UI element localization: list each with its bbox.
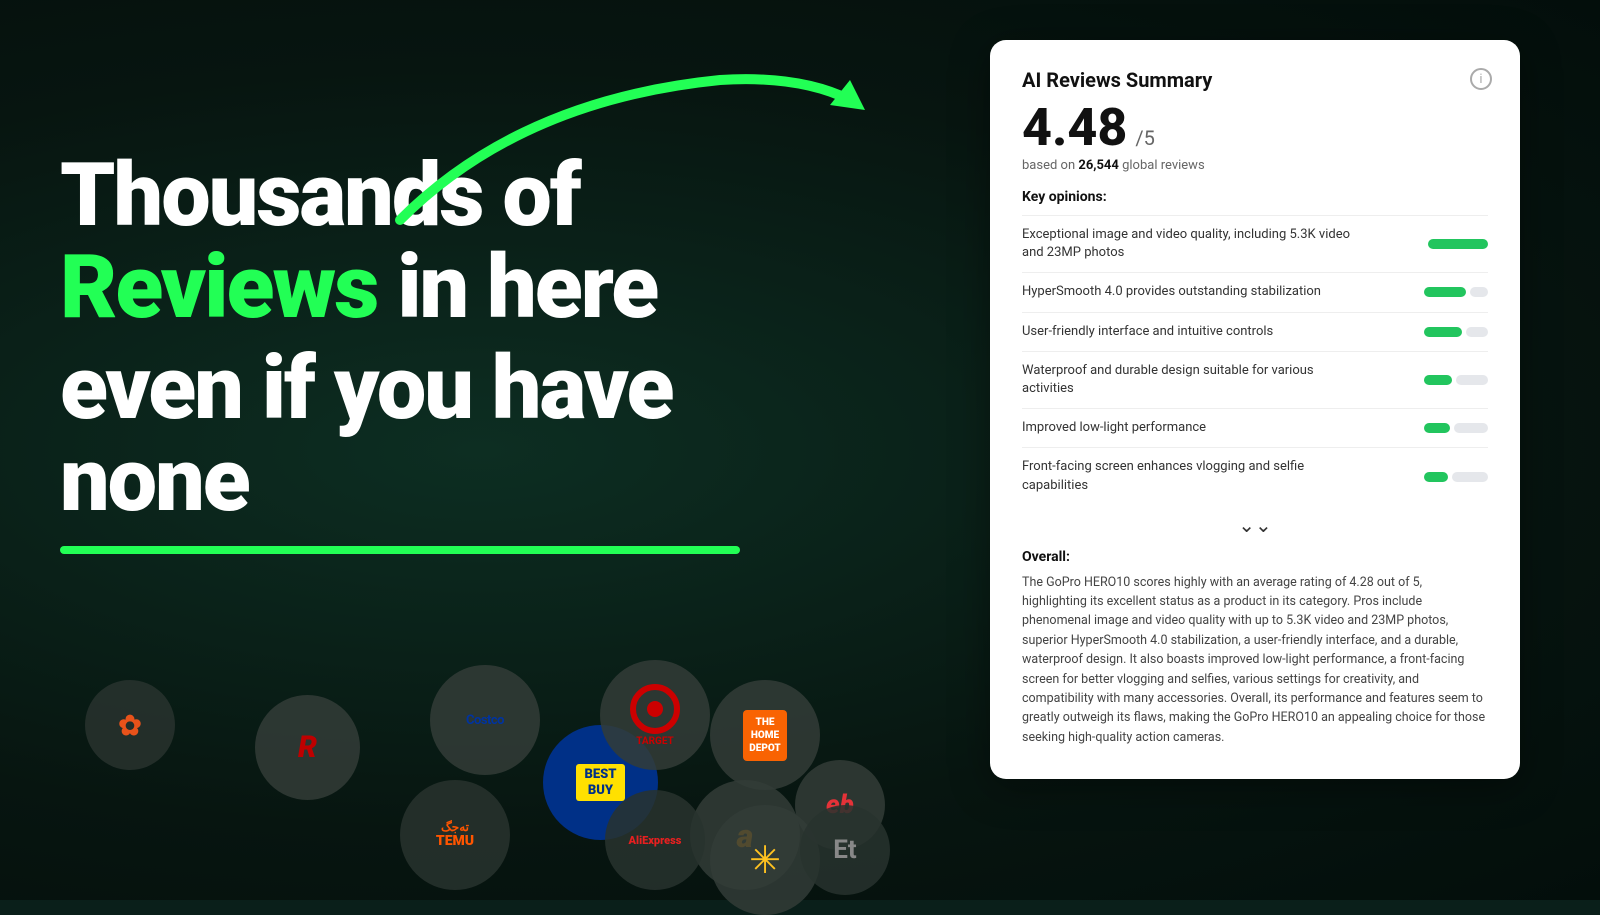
card-title: AI Reviews Summary — [1022, 68, 1488, 92]
logo-costco: Costco — [430, 665, 540, 775]
logo-target: TARGET — [600, 660, 710, 770]
info-icon[interactable]: i — [1470, 68, 1492, 90]
rating-value: 4.48 — [1022, 102, 1127, 154]
opinion-row: Front-facing screen enhances vlogging an… — [1022, 447, 1488, 504]
opinion-bar — [1368, 239, 1488, 249]
opinion-bar — [1368, 472, 1488, 482]
overall-text: The GoPro HERO10 scores highly with an a… — [1022, 573, 1488, 747]
logo-et: Et — [800, 805, 890, 895]
opinion-text: User-friendly interface and intuitive co… — [1022, 323, 1368, 341]
headline-line2: in here — [397, 236, 657, 339]
opinion-text: Exceptional image and video quality, inc… — [1022, 226, 1368, 262]
opinion-text: Waterproof and durable design suitable f… — [1022, 362, 1368, 398]
opinion-row: Waterproof and durable design suitable f… — [1022, 351, 1488, 408]
rating-suffix: /5 — [1135, 126, 1155, 150]
opinion-row: HyperSmooth 4.0 provides outstanding sta… — [1022, 272, 1488, 311]
arrow-decoration — [320, 20, 870, 240]
logo-rakuten: R — [255, 695, 360, 800]
opinion-bar — [1368, 375, 1488, 385]
opinion-bar — [1368, 327, 1488, 337]
logo-aliexpress-2: AliExpress — [605, 790, 705, 890]
opinion-bar — [1368, 287, 1488, 297]
opinion-row: Improved low-light performance — [1022, 408, 1488, 447]
headline-green: Reviews — [60, 236, 377, 339]
key-opinions-label: Key opinions: — [1022, 189, 1488, 205]
overall-label: Overall: — [1022, 549, 1488, 565]
chevron-more-icon[interactable]: ⌄⌄ — [1022, 513, 1488, 537]
opinion-text: HyperSmooth 4.0 provides outstanding sta… — [1022, 283, 1368, 301]
logo-aliexpress: ✿ — [85, 680, 175, 770]
opinion-row: Exceptional image and video quality, inc… — [1022, 215, 1488, 272]
underline-decoration — [60, 546, 740, 554]
logo-homedepot: THEHOMEDEPOT — [710, 680, 820, 790]
review-card: AI Reviews Summary i 4.48 /5 based on 26… — [990, 40, 1520, 779]
logo-temu: ته‌جگTEMU — [400, 780, 510, 890]
headline-line3: even if you have none — [60, 343, 780, 528]
opinion-text: Front-facing screen enhances vlogging an… — [1022, 458, 1368, 494]
rating-row: 4.48 /5 — [1022, 102, 1488, 154]
rating-based: based on 26,544 global reviews — [1022, 158, 1488, 173]
opinion-text: Improved low-light performance — [1022, 419, 1368, 437]
opinion-row: User-friendly interface and intuitive co… — [1022, 312, 1488, 351]
opinion-bar — [1368, 423, 1488, 433]
opinions-list: Exceptional image and video quality, inc… — [1022, 215, 1488, 505]
